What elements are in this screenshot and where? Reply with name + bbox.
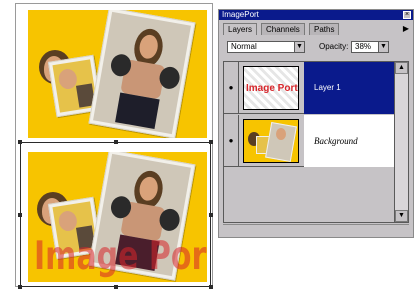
original-image (28, 10, 207, 138)
selection-frame[interactable] (18, 140, 213, 289)
watermark-text: Image Port (246, 83, 298, 94)
blend-mode-value: Normal (231, 42, 257, 51)
tab-paths[interactable]: Paths (309, 23, 340, 35)
resize-handle-top-right[interactable] (209, 140, 213, 144)
resize-handle-bottom-center[interactable] (114, 285, 118, 289)
palette-footer (223, 224, 409, 234)
palette-titlebar[interactable]: ImagePort × (219, 10, 413, 20)
layer-name: Layer 1 (304, 62, 394, 114)
layers-scrollbar[interactable]: ▲ ▼ (394, 62, 408, 222)
tab-channels[interactable]: Channels (261, 23, 305, 35)
opacity-field[interactable]: 38% ▼ (351, 41, 389, 53)
scroll-down-icon[interactable]: ▼ (395, 210, 408, 222)
layer-controls: Normal ▼ Opacity: 38% ▼ (223, 38, 409, 56)
resize-handle-bottom-left[interactable] (18, 285, 22, 289)
eye-icon[interactable]: ● (224, 62, 239, 114)
resize-handle-middle-left[interactable] (18, 213, 22, 217)
palette-menu-arrow-icon[interactable]: ▶ (401, 24, 411, 34)
palette-tabs: Layers Channels Paths ▶ (223, 23, 409, 35)
opacity-value: 38% (355, 42, 372, 51)
resize-handle-bottom-right[interactable] (209, 285, 213, 289)
layer-thumbnail (243, 119, 299, 163)
resize-handle-middle-right[interactable] (209, 213, 213, 217)
chevron-down-icon[interactable]: ▼ (378, 42, 388, 52)
opacity-label: Opacity: (319, 42, 349, 51)
close-icon[interactable]: × (403, 11, 411, 19)
layers-list: ● Image Port Layer 1 ● Background ▲ ▼ (223, 61, 409, 223)
resize-handle-top-center[interactable] (114, 140, 118, 144)
layer-name: Background (304, 115, 394, 167)
document-canvas[interactable]: Image Port (15, 3, 213, 289)
tab-layers[interactable]: Layers (223, 23, 258, 35)
blend-mode-select[interactable]: Normal ▼ (227, 41, 305, 53)
palette-title: ImagePort (222, 10, 259, 19)
layer-row-background[interactable]: ● Background (224, 115, 394, 167)
layer-thumbnail: Image Port (243, 66, 299, 110)
layers-palette: ImagePort × Layers Channels Paths ▶ Norm… (218, 9, 414, 238)
scroll-up-icon[interactable]: ▲ (395, 62, 408, 74)
eye-icon[interactable]: ● (224, 115, 239, 167)
chevron-down-icon[interactable]: ▼ (294, 42, 304, 52)
layer-row-layer-1[interactable]: ● Image Port Layer 1 (224, 62, 394, 114)
resize-handle-top-left[interactable] (18, 140, 22, 144)
